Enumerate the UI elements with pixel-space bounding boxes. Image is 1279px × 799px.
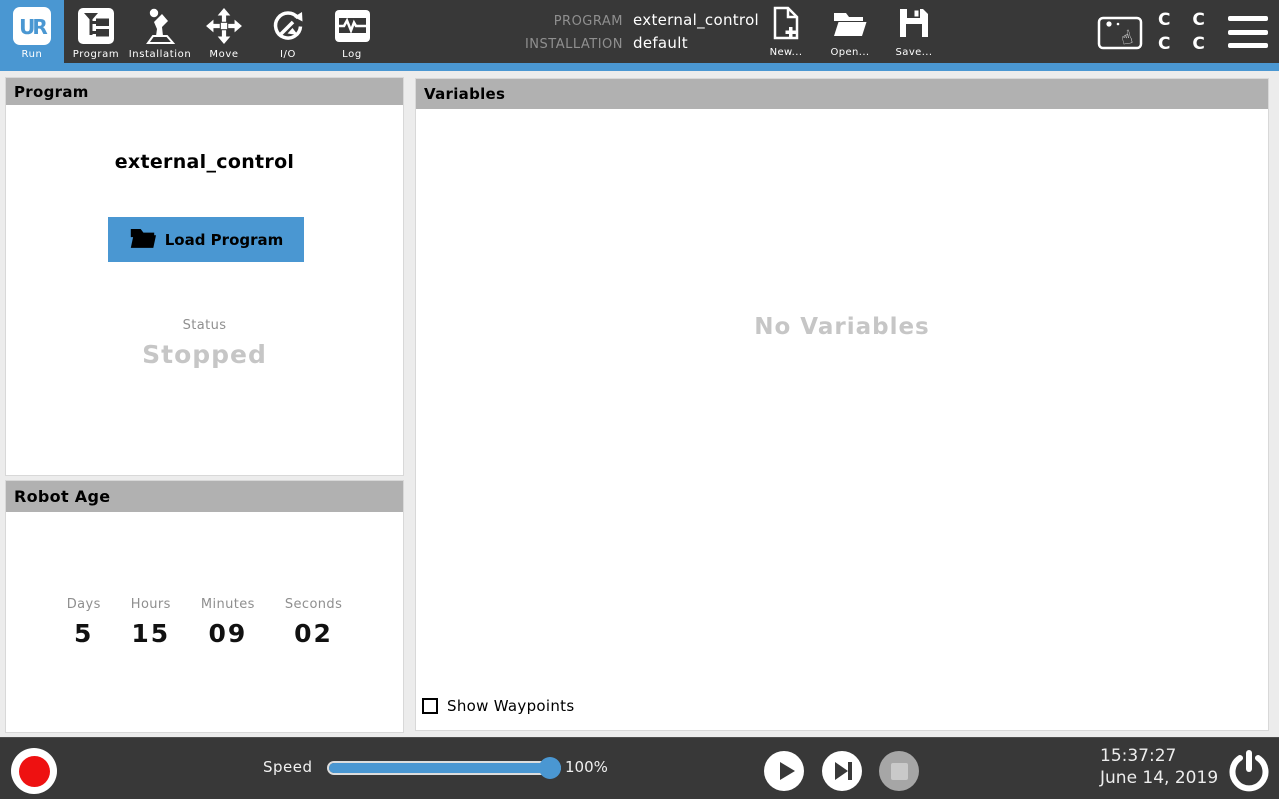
age-days: Days 5 — [67, 597, 101, 648]
installation-field-value: default — [633, 34, 759, 52]
tab-move-label: Move — [209, 49, 238, 60]
robot-status-red-icon — [19, 756, 50, 787]
save-floppy-icon — [898, 5, 930, 45]
tab-log-label: Log — [342, 49, 362, 60]
age-minutes-label: Minutes — [201, 597, 255, 612]
power-button[interactable] — [1226, 748, 1272, 794]
teach-pendant-icon[interactable]: ☝ — [1096, 10, 1144, 56]
program-field-value: external_control — [633, 11, 759, 29]
loaded-file-info: PROGRAM external_control INSTALLATION de… — [455, 11, 759, 52]
age-days-label: Days — [67, 597, 101, 612]
hamburger-menu-icon[interactable] — [1228, 16, 1268, 48]
load-program-button[interactable]: Load Program — [108, 217, 304, 262]
show-waypoints-checkbox[interactable] — [422, 698, 438, 714]
age-minutes: Minutes 09 — [201, 597, 255, 648]
open-folder-icon — [832, 5, 868, 45]
step-icon — [822, 751, 862, 791]
tab-io[interactable]: I/O — [256, 0, 320, 63]
date-value: June 14, 2019 — [1100, 767, 1218, 789]
age-seconds: Seconds 02 — [285, 597, 342, 648]
tab-io-label: I/O — [280, 49, 296, 60]
speed-value: 100% — [565, 758, 608, 776]
new-button-label: New... — [770, 47, 803, 58]
svg-text:UR: UR — [19, 15, 47, 39]
tab-run-label: Run — [22, 49, 43, 60]
connection-row: C C — [1158, 32, 1206, 56]
log-waveform-icon — [334, 4, 371, 48]
variables-panel-header: Variables — [416, 79, 1268, 109]
step-button[interactable] — [822, 751, 862, 791]
power-icon — [1227, 749, 1271, 793]
top-toolbar: UR Run Program — [0, 0, 1279, 63]
stop-button[interactable] — [879, 751, 919, 791]
robot-age-panel: Robot Age Days 5 Hours 15 Minutes 09 Sec… — [5, 480, 404, 733]
show-waypoints-label: Show Waypoints — [447, 697, 574, 715]
program-panel: Program external_control Load Program St… — [5, 77, 404, 476]
robot-age-counters: Days 5 Hours 15 Minutes 09 Seconds 02 — [6, 597, 403, 648]
ur-logo-icon: UR — [13, 4, 51, 48]
load-program-button-label: Load Program — [165, 231, 284, 249]
hamburger-bar — [1228, 30, 1268, 35]
connection-status-indicator: C C C C — [1158, 8, 1206, 56]
play-icon — [764, 751, 804, 791]
program-tree-icon — [78, 4, 114, 48]
open-button-label: Open... — [830, 47, 869, 58]
time-value: 15:37:27 — [1100, 745, 1218, 767]
move-arrows-icon — [205, 4, 243, 48]
installation-field-label: INSTALLATION — [455, 37, 623, 52]
robot-arm-icon — [140, 4, 180, 48]
accent-line — [0, 63, 1279, 71]
initialize-robot-button[interactable] — [11, 748, 57, 794]
hamburger-bar — [1228, 16, 1268, 21]
program-field-label: PROGRAM — [455, 14, 623, 29]
speed-slider-fill — [329, 763, 550, 773]
status-label: Status — [6, 318, 403, 333]
tab-installation-label: Installation — [129, 49, 192, 60]
new-file-icon — [772, 5, 800, 45]
age-minutes-value: 09 — [201, 619, 255, 648]
new-button[interactable]: New... — [756, 5, 816, 61]
age-days-value: 5 — [67, 619, 101, 648]
folder-icon — [129, 226, 156, 254]
io-circular-arrows-icon — [269, 4, 307, 48]
stop-icon — [891, 763, 908, 780]
hamburger-bar — [1228, 43, 1268, 48]
tab-run[interactable]: UR Run — [0, 0, 64, 63]
age-seconds-value: 02 — [285, 619, 342, 648]
connection-row: C C — [1158, 8, 1206, 32]
robot-age-panel-header: Robot Age — [6, 481, 403, 512]
age-hours-label: Hours — [131, 597, 171, 612]
age-seconds-label: Seconds — [285, 597, 342, 612]
show-waypoints-toggle[interactable]: Show Waypoints — [422, 697, 574, 715]
status-value: Stopped — [6, 340, 403, 369]
clock: 15:37:27 June 14, 2019 — [1100, 745, 1218, 789]
speed-slider-thumb[interactable] — [539, 757, 561, 779]
age-hours-value: 15 — [131, 619, 171, 648]
age-hours: Hours 15 — [131, 597, 171, 648]
save-button[interactable]: Save... — [884, 5, 944, 61]
no-variables-message: No Variables — [416, 314, 1268, 340]
variables-panel: Variables No Variables Show Waypoints — [415, 78, 1269, 731]
speed-slider[interactable] — [327, 761, 561, 775]
tab-move[interactable]: Move — [192, 0, 256, 63]
loaded-program-name: external_control — [6, 151, 403, 173]
program-panel-header: Program — [6, 78, 403, 105]
speed-label: Speed — [263, 758, 313, 776]
tab-program[interactable]: Program — [64, 0, 128, 63]
open-button[interactable]: Open... — [820, 5, 880, 61]
save-button-label: Save... — [896, 47, 933, 58]
bottom-bar — [0, 737, 1279, 799]
tab-program-label: Program — [73, 49, 119, 60]
tab-log[interactable]: Log — [320, 0, 384, 63]
play-button[interactable] — [764, 751, 804, 791]
tab-installation[interactable]: Installation — [128, 0, 192, 63]
